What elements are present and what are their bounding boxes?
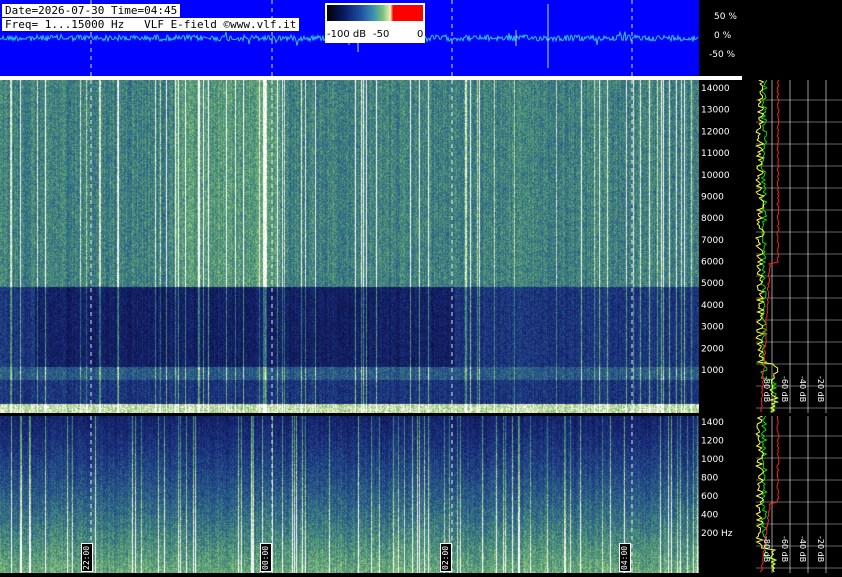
db-scale-label: -60 dB (780, 376, 789, 402)
frequency-tick-label: 4000 (701, 301, 724, 311)
frequency-tick-label: 3000 (701, 323, 724, 333)
frequency-tick-label: 14000 (701, 84, 730, 94)
time-label-00: 00:00 (260, 543, 272, 572)
time-label-04: 04:00 (619, 543, 631, 572)
db-scale-label: -40 dB (798, 376, 807, 402)
frequency-tick-label: 200 Hz (701, 529, 733, 539)
frequency-tick-label: 7000 (701, 236, 724, 246)
scale-50-label: 50 % (714, 12, 737, 22)
scale-0-label: 0 % (714, 31, 732, 41)
frequency-tick-label: 1400 (701, 418, 724, 428)
time-label-22: 22:00 (81, 543, 93, 572)
spectrum-profile-low: -80 dB -60 dB -40 dB -20 dB (742, 416, 842, 573)
frequency-axis-full: 14000 13000 12000 11000 10000 9000 8000 7000 600… (699, 80, 743, 413)
frequency-tick-label: 600 (701, 492, 718, 502)
frequency-tick-label: 1000 (701, 366, 724, 376)
frequency-tick-label: 8000 (701, 214, 724, 224)
db-scale-label: -20 dB (816, 376, 825, 402)
frequency-tick-label: 2000 (701, 344, 724, 354)
db-scale-label: -80 dB (762, 536, 771, 562)
spectrum-profile-full: -80 dB -60 dB -40 dB -20 dB (742, 80, 842, 413)
db-scale-label: -20 dB (816, 536, 825, 562)
frequency-axis-low: 1400 1200 1000 800 600 400 200 Hz (699, 416, 743, 573)
db-scale-label: -80 dB (762, 376, 771, 402)
frequency-tick-label: 1000 (701, 455, 724, 465)
frequency-tick-label: 10000 (701, 171, 730, 181)
frequency-tick-label: 9000 (701, 192, 724, 202)
time-label-02: 02:00 (440, 543, 452, 572)
frequency-tick-label: 13000 (701, 106, 730, 116)
frequency-tick-label: 800 (701, 474, 718, 484)
frequency-tick-label: 6000 (701, 258, 724, 268)
frequency-tick-label: 5000 (701, 279, 724, 289)
waveform-scale: 50 % 0 % -50 % (699, 0, 842, 76)
db-scale-label: -40 dB (798, 536, 807, 562)
frequency-tick-label: 11000 (701, 149, 730, 159)
db-scale-label: -60 dB (780, 536, 789, 562)
scale-neg50-label: -50 % (709, 50, 736, 60)
frequency-tick-label: 1200 (701, 437, 724, 447)
frequency-tick-label: 12000 (701, 127, 730, 137)
time-gridlines (90, 0, 633, 573)
frequency-tick-label: 400 (701, 511, 718, 521)
